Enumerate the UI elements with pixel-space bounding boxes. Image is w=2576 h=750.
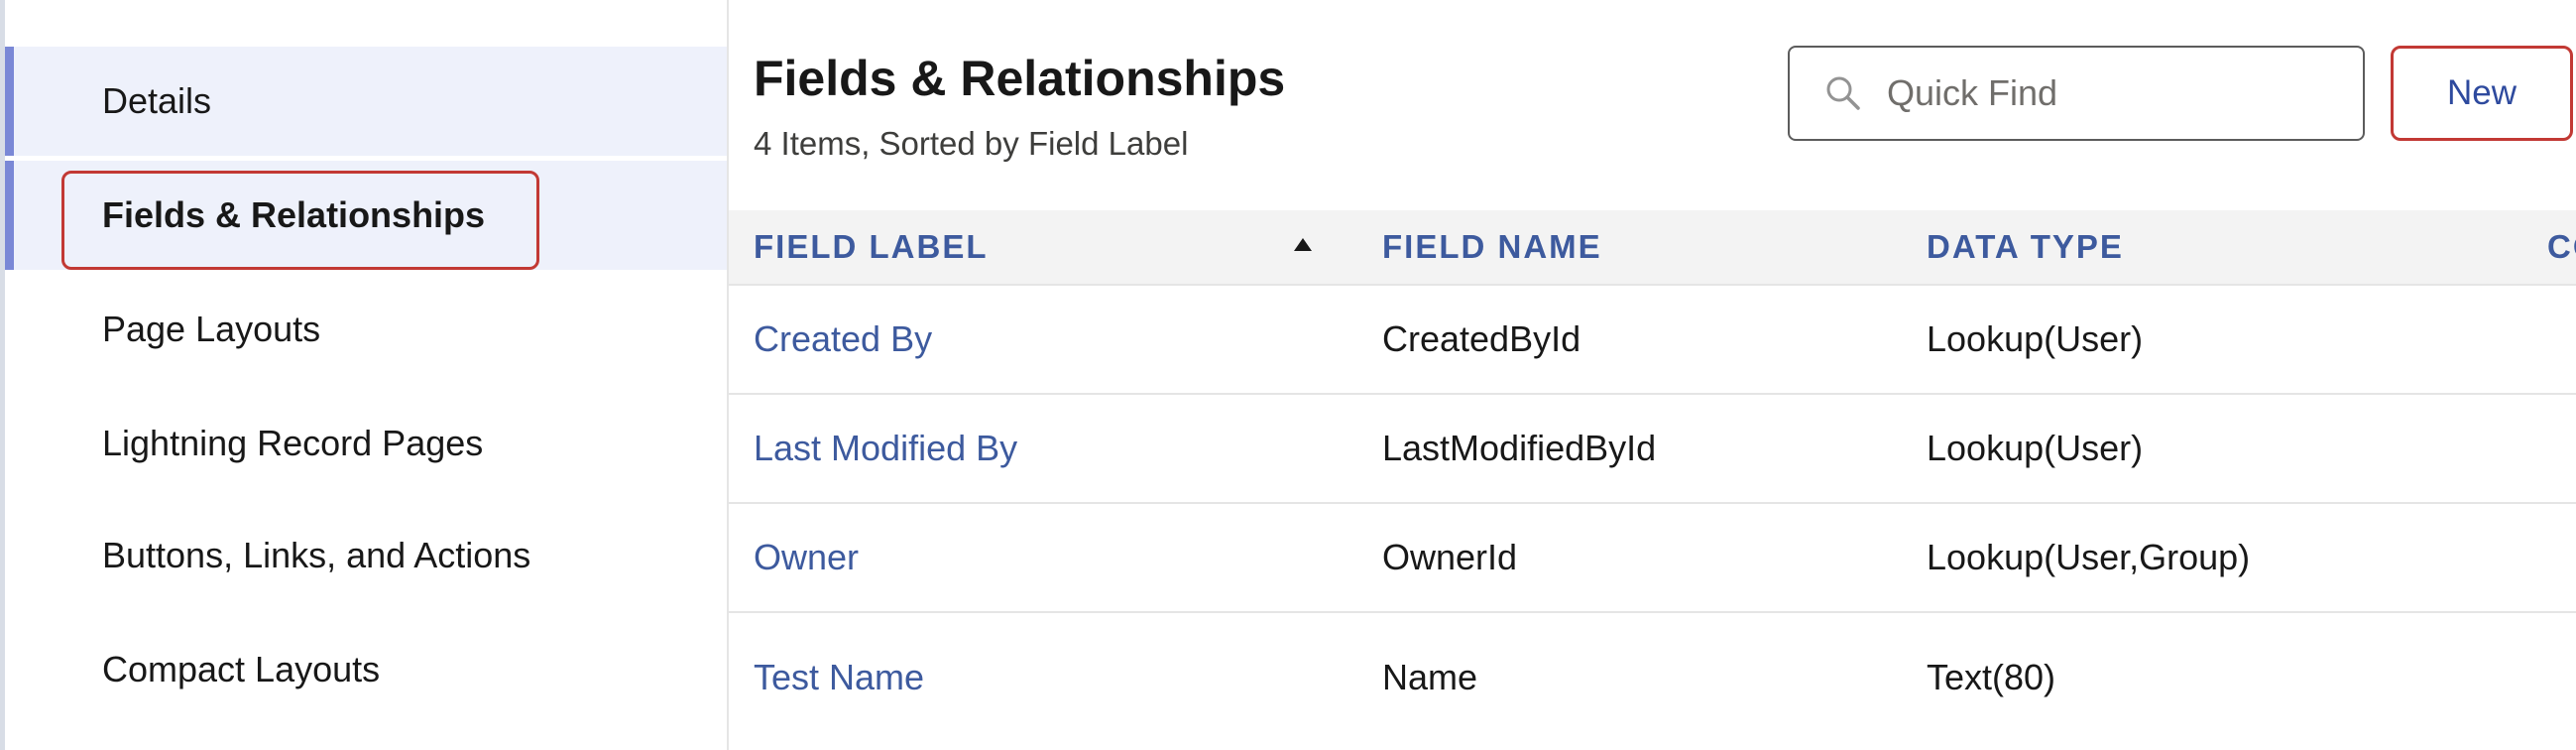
data-type-cell: Lookup(User) — [1927, 428, 2144, 468]
sidebar: Details Fields & Relationships Page Layo… — [5, 0, 729, 750]
column-header-truncated[interactable]: CO — [2547, 210, 2576, 284]
data-type-cell: Lookup(User,Group) — [1927, 537, 2251, 577]
table-row: Last Modified By LastModifiedById Lookup… — [729, 395, 2576, 504]
search-icon — [1826, 76, 1860, 110]
page-title: Fields & Relationships — [754, 51, 1286, 106]
field-name-cell: Name — [1382, 657, 1478, 697]
sort-ascending-icon[interactable] — [1292, 234, 1314, 256]
sidebar-item-page-layouts[interactable]: Page Layouts — [5, 275, 727, 384]
field-label-link[interactable]: Created By — [754, 286, 932, 393]
sidebar-item-label: Fields & Relationships — [102, 194, 486, 235]
field-name-cell: LastModifiedById — [1382, 428, 1657, 468]
quick-find-box[interactable] — [1788, 46, 2365, 141]
field-label-link[interactable]: Last Modified By — [754, 395, 1017, 502]
sidebar-item-details[interactable]: Details — [5, 47, 727, 156]
sidebar-item-fields-relationships[interactable]: Fields & Relationships — [5, 161, 727, 270]
sidebar-item-compact-layouts[interactable]: Compact Layouts — [5, 615, 727, 724]
data-type-cell: Text(80) — [1927, 657, 2056, 697]
quick-find-input[interactable] — [1885, 71, 2345, 115]
setup-object-manager: Details Fields & Relationships Page Layo… — [0, 0, 2576, 750]
table-header: FIELD LABEL FIELD NAME DATA TYPE CO — [729, 210, 2576, 286]
table-row: Owner OwnerId Lookup(User,Group) — [729, 504, 2576, 613]
sidebar-item-label: Details — [102, 80, 212, 121]
page-subtitle: 4 Items, Sorted by Field Label — [754, 125, 1189, 162]
field-label-link[interactable]: Owner — [754, 504, 859, 611]
sidebar-item-label: Page Layouts — [102, 309, 321, 349]
sidebar-item-label: Compact Layouts — [102, 649, 381, 689]
sidebar-item-lightning-record-pages[interactable]: Lightning Record Pages — [5, 389, 727, 498]
data-type-cell: Lookup(User) — [1927, 318, 2144, 359]
table-row: Test Name Name Text(80) — [729, 613, 2576, 742]
column-header-field-name[interactable]: FIELD NAME — [1382, 210, 1602, 284]
new-field-button[interactable]: New — [2391, 46, 2573, 141]
field-name-cell: CreatedById — [1382, 318, 1581, 359]
field-name-cell: OwnerId — [1382, 537, 1518, 577]
main-panel: Fields & Relationships 4 Items, Sorted b… — [729, 0, 2576, 750]
sidebar-item-label: Buttons, Links, and Actions — [102, 535, 531, 575]
column-header-data-type[interactable]: DATA TYPE — [1927, 210, 2124, 284]
sidebar-item-label: Lightning Record Pages — [102, 423, 484, 463]
field-label-link[interactable]: Test Name — [754, 613, 924, 742]
table-row: Created By CreatedById Lookup(User) — [729, 286, 2576, 395]
fields-table: FIELD LABEL FIELD NAME DATA TYPE CO Crea… — [729, 210, 2576, 742]
column-header-field-label[interactable]: FIELD LABEL — [754, 210, 988, 284]
sidebar-item-buttons-links-actions[interactable]: Buttons, Links, and Actions — [5, 501, 727, 610]
